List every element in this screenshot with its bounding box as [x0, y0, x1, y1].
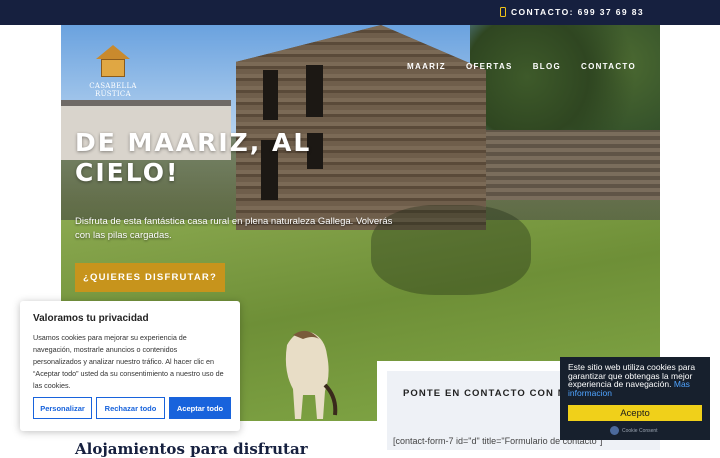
nav-item-ofertas[interactable]: OFERTAS	[466, 62, 513, 71]
horse-image	[285, 330, 338, 419]
cookie-banner-text: Este sitio web utiliza cookies para gara…	[568, 363, 702, 397]
cookie-body: Usamos cookies para mejorar su experienc…	[33, 333, 224, 390]
phone-icon	[500, 7, 506, 17]
acepto-button[interactable]: Acepto	[568, 405, 702, 421]
nav-item-maariz[interactable]: MAARIZ	[407, 62, 446, 71]
top-bar: CONTACTO: 699 37 69 83	[0, 0, 720, 25]
contact-phone-text: CONTACTO: 699 37 69 83	[511, 7, 644, 17]
cookie-consent-credit[interactable]: Cookie Consent	[610, 426, 658, 435]
hero-subtitle: Disfruta de esta fantástica casa rural e…	[75, 216, 393, 241]
cookie-consent-credit-text: Cookie Consent	[622, 427, 658, 434]
contact-phone-link[interactable]: CONTACTO: 699 37 69 83	[500, 7, 644, 17]
accept-all-button[interactable]: Aceptar todo	[169, 397, 231, 419]
site-logo[interactable]: CASABELLA RÚSTICA	[73, 45, 153, 98]
customize-button[interactable]: Personalizar	[33, 397, 92, 419]
nav-item-blog[interactable]: BLOG	[533, 62, 561, 71]
cookie-title: Valoramos tu privacidad	[33, 313, 149, 324]
house-logo-icon	[96, 45, 130, 79]
cookie-buttons: Personalizar Rechazar todo Aceptar todo	[33, 397, 231, 419]
cookie-banner: Este sitio web utiliza cookies para gara…	[560, 357, 710, 440]
house-window	[306, 65, 323, 117]
reject-all-button[interactable]: Rechazar todo	[96, 397, 165, 419]
hero-stone-wall	[476, 130, 660, 200]
main-nav: MAARIZ OFERTAS BLOG CONTACTO	[407, 62, 636, 71]
quieres-disfrutar-button[interactable]: ¿QUIERES DISFRUTAR?	[75, 263, 225, 292]
section-heading: Alojamientos para disfrutar	[75, 440, 308, 458]
cookie-consent-dialog: Valoramos tu privacidad Usamos cookies p…	[20, 301, 240, 431]
cookie-consent-logo-icon	[610, 426, 619, 435]
hero-title: DE MAARIZ, AL CIELO!	[75, 128, 312, 187]
nav-item-contacto[interactable]: CONTACTO	[581, 62, 636, 71]
house-window	[263, 70, 278, 120]
logo-text: CASABELLA RÚSTICA	[89, 82, 137, 98]
